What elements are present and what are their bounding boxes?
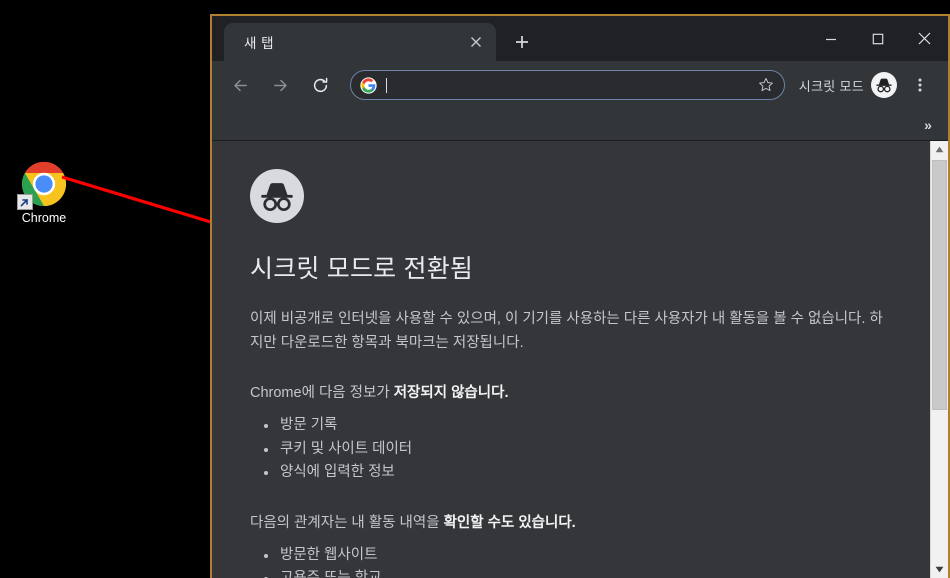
maximize-button[interactable] (854, 16, 901, 61)
visible-to-heading-prefix: 다음의 관계자는 내 활동 내역을 (250, 514, 444, 531)
tab-strip: 새 탭 (212, 16, 948, 61)
google-g-icon (360, 76, 377, 94)
not-saved-heading-prefix: Chrome에 다음 정보가 (250, 385, 394, 401)
list-item: 고용주 또는 학교 (264, 567, 890, 578)
visible-to-heading-strong: 확인할 수도 있습니다. (443, 514, 576, 531)
page-title: 시크릿 모드로 전환됨 (250, 255, 474, 283)
address-input[interactable] (387, 71, 754, 99)
list-item: 방문한 웹사이트 (264, 544, 890, 568)
maximize-icon (872, 33, 883, 44)
back-arrow-icon (233, 79, 247, 91)
scroll-up-arrow-icon[interactable] (931, 141, 948, 158)
address-bar[interactable] (350, 70, 785, 100)
list-item: 쿠키 및 사이트 데이터 (264, 438, 890, 462)
incognito-mode-label: 시크릿 모드 (798, 78, 864, 94)
browser-toolbar: 시크릿 모드 (212, 61, 948, 109)
reload-icon (313, 77, 327, 92)
incognito-new-tab-page: 시크릿 모드로 전환됨 이제 비공개로 인터넷을 사용할 수 있으며, 이 기기… (212, 141, 930, 578)
not-saved-heading-strong: 저장되지 않습니다. (393, 385, 509, 401)
incognito-mode-chip[interactable]: 시크릿 모드 (793, 70, 900, 100)
page-intro-paragraph: 이제 비공개로 인터넷을 사용할 수 있으며, 이 기기를 사용하는 다른 사용… (250, 311, 883, 351)
close-button[interactable] (901, 16, 948, 61)
page-content-area: 시크릿 모드로 전환됨 이제 비공개로 인터넷을 사용할 수 있으며, 이 기기… (212, 140, 948, 578)
window-controls (807, 16, 948, 61)
chrome-logo-icon (17, 160, 68, 210)
incognito-hat-glasses-icon (250, 169, 304, 223)
new-tab-button[interactable] (508, 28, 536, 56)
bookmark-star-icon[interactable] (754, 73, 778, 97)
forward-button[interactable] (265, 70, 295, 100)
scroll-down-arrow-icon[interactable] (931, 561, 948, 578)
scrollbar-track[interactable] (931, 158, 948, 561)
list-item: 방문 기록 (264, 414, 890, 438)
tab-close-icon[interactable] (466, 32, 486, 52)
tab-title: 새 탭 (244, 36, 275, 51)
minimize-icon (825, 38, 836, 40)
visible-to-heading: 다음의 관계자는 내 활동 내역을 확인할 수도 있습니다. (250, 511, 890, 535)
page-scrollbar[interactable] (930, 141, 948, 578)
bookmarks-overflow-button[interactable]: » (918, 115, 938, 135)
back-button[interactable] (225, 70, 255, 100)
plus-icon (516, 36, 528, 48)
browser-menu-button[interactable] (905, 70, 935, 100)
shortcut-arrow-icon (17, 194, 33, 210)
desktop-icon-chrome[interactable]: Chrome (8, 160, 80, 226)
three-dot-menu-icon (918, 78, 922, 92)
close-icon (918, 32, 931, 45)
desktop-icon-label: Chrome (21, 211, 67, 225)
forward-arrow-icon (273, 79, 287, 91)
minimize-button[interactable] (807, 16, 854, 61)
tab-new-tab[interactable]: 새 탭 (224, 23, 496, 61)
not-saved-heading: Chrome에 다음 정보가 저장되지 않습니다. (250, 381, 890, 405)
scrollbar-thumb[interactable] (932, 160, 947, 410)
not-saved-list: 방문 기록 쿠키 및 사이트 데이터 양식에 입력한 정보 (250, 414, 890, 485)
incognito-avatar-icon[interactable] (871, 72, 897, 98)
browser-window: 새 탭 시크릿 모드 » 시크릿 모드로 전환됨 이제 비공개로 인터넷을 사용… (210, 14, 950, 578)
list-item: 양식에 입력한 정보 (264, 461, 890, 485)
visible-to-list: 방문한 웹사이트 고용주 또는 학교 (250, 544, 890, 578)
bookmarks-bar: » (212, 109, 948, 140)
reload-button[interactable] (305, 70, 335, 100)
